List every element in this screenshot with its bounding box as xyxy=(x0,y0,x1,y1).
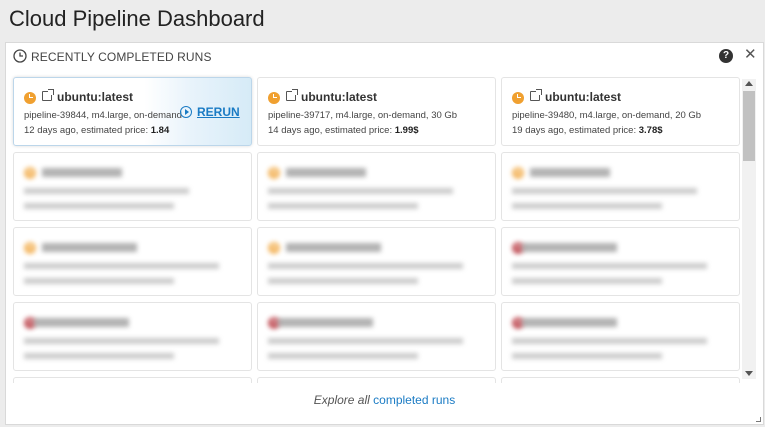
run-name-blurred xyxy=(42,243,137,252)
resize-handle-icon[interactable] xyxy=(756,417,761,422)
scroll-up-icon[interactable] xyxy=(745,81,753,86)
open-link-icon[interactable] xyxy=(42,89,54,101)
run-price-blurred xyxy=(24,203,174,209)
run-price-blurred xyxy=(268,278,418,284)
status-icon xyxy=(512,92,524,104)
scroll-thumb[interactable] xyxy=(743,91,755,161)
run-card-blurred[interactable] xyxy=(257,302,496,371)
run-details-blurred xyxy=(512,188,697,194)
run-details-blurred xyxy=(512,338,707,344)
help-icon[interactable]: ? xyxy=(719,49,733,63)
run-price-blurred xyxy=(512,203,662,209)
open-link-icon[interactable] xyxy=(530,89,542,101)
run-card[interactable]: ubuntu:latest pipeline-39480, m4.large, … xyxy=(501,77,740,146)
run-card-blurred[interactable] xyxy=(501,152,740,221)
run-card[interactable]: ubuntu:latest pipeline-39844, m4.large, … xyxy=(13,77,252,146)
run-price-blurred xyxy=(24,353,174,359)
run-name-blurred xyxy=(286,243,381,252)
status-icon xyxy=(512,167,524,179)
status-icon xyxy=(24,92,36,104)
status-icon xyxy=(268,242,280,254)
play-icon xyxy=(180,106,192,118)
panel-title: RECENTLY COMPLETED RUNS xyxy=(31,50,212,64)
status-icon xyxy=(268,92,280,104)
run-price: 12 days ago, estimated price: 1.84 xyxy=(24,125,170,136)
run-price-blurred xyxy=(268,203,418,209)
panel-header: RECENTLY COMPLETED RUNS ? ✕ xyxy=(6,43,763,70)
runs-list: ubuntu:latest pipeline-39844, m4.large, … xyxy=(6,71,763,383)
run-card-blurred[interactable] xyxy=(501,302,740,371)
run-card[interactable]: ubuntu:latest pipeline-39717, m4.large, … xyxy=(257,77,496,146)
run-name: ubuntu:latest xyxy=(545,90,621,104)
run-name-blurred xyxy=(286,168,366,177)
run-card-blurred[interactable] xyxy=(501,227,740,296)
run-card-blurred[interactable] xyxy=(257,152,496,221)
run-price: 19 days ago, estimated price: 3.78$ xyxy=(512,125,663,136)
run-details-blurred xyxy=(268,263,463,269)
run-price: 14 days ago, estimated price: 1.99$ xyxy=(268,125,419,136)
run-name: ubuntu:latest xyxy=(301,90,377,104)
rerun-button[interactable]: RERUN xyxy=(180,105,240,119)
run-price-blurred xyxy=(512,353,662,359)
run-details: pipeline-39717, m4.large, on-demand, 30 … xyxy=(268,110,458,121)
run-price-blurred xyxy=(24,278,174,284)
open-link-icon[interactable] xyxy=(286,89,298,101)
run-card-partial[interactable] xyxy=(501,377,740,383)
rerun-label: RERUN xyxy=(197,105,240,119)
recently-completed-runs-panel: RECENTLY COMPLETED RUNS ? ✕ ubuntu:lates… xyxy=(5,42,764,425)
completed-runs-link[interactable]: completed runs xyxy=(373,393,455,407)
run-details: pipeline-39844, m4.large, on-demand xyxy=(24,110,182,121)
run-details: pipeline-39480, m4.large, on-demand, 20 … xyxy=(512,110,702,121)
run-name-blurred xyxy=(522,243,617,252)
vertical-scrollbar[interactable] xyxy=(742,79,756,379)
run-name-blurred xyxy=(522,318,617,327)
run-card-blurred[interactable] xyxy=(13,227,252,296)
run-name: ubuntu:latest xyxy=(57,90,133,104)
close-icon[interactable]: ✕ xyxy=(744,47,757,63)
run-card-blurred[interactable] xyxy=(13,152,252,221)
footer-text: Explore all xyxy=(313,393,374,407)
status-icon xyxy=(268,167,280,179)
run-details-blurred xyxy=(268,188,453,194)
run-price-blurred xyxy=(268,353,418,359)
run-name-blurred xyxy=(42,168,122,177)
run-card-blurred[interactable] xyxy=(13,302,252,371)
run-name-blurred xyxy=(530,168,610,177)
run-card-blurred[interactable] xyxy=(257,227,496,296)
run-details-blurred xyxy=(512,263,707,269)
run-card-partial[interactable] xyxy=(257,377,496,383)
app-title: Cloud Pipeline Dashboard xyxy=(9,6,265,31)
status-icon xyxy=(24,167,36,179)
clock-icon xyxy=(13,49,27,63)
status-icon xyxy=(24,242,36,254)
footer: Explore all completed runs xyxy=(6,393,763,407)
run-details-blurred xyxy=(268,338,463,344)
run-name-blurred xyxy=(34,318,129,327)
run-name-blurred xyxy=(278,318,373,327)
run-price-blurred xyxy=(512,278,662,284)
run-card-partial[interactable] xyxy=(13,377,252,383)
run-details-blurred xyxy=(24,188,189,194)
scroll-down-icon[interactable] xyxy=(745,371,753,376)
run-details-blurred xyxy=(24,338,219,344)
run-details-blurred xyxy=(24,263,219,269)
